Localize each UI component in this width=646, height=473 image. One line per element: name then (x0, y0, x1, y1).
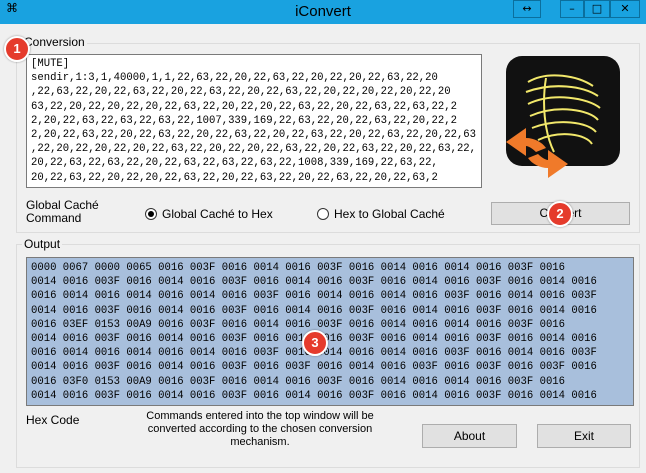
close-button[interactable]: ✕ (610, 0, 640, 18)
exit-button[interactable]: Exit (537, 424, 631, 448)
conversion-input[interactable]: [MUTE] sendir,1:3,1,40000,1,1,22,63,22,2… (26, 54, 482, 188)
app-logo (506, 56, 620, 178)
resize-icon[interactable]: ↔ (513, 0, 541, 18)
conversion-note: Commands entered into the top window wil… (146, 410, 374, 448)
radio-hex-to-gc-label: Hex to Global Caché (334, 207, 445, 221)
radio-gc-to-hex-label: Global Caché to Hex (162, 207, 273, 221)
about-button[interactable]: About (422, 424, 517, 448)
callout-badge-3: 3 (302, 330, 328, 356)
minimize-button[interactable]: – (560, 0, 584, 18)
conversion-group-label: Conversion (22, 35, 87, 49)
radio-gc-to-hex[interactable]: Global Caché to Hex (145, 207, 273, 221)
radio-gc-to-hex-indicator[interactable] (145, 208, 157, 220)
output-group-label: Output (22, 237, 63, 251)
title-bar: ⌘ iConvert ↔ – □ ✕ (0, 0, 646, 24)
command-label: Global Caché Command (26, 198, 99, 225)
hex-code-label: Hex Code (26, 413, 80, 427)
window-title: iConvert (295, 3, 351, 20)
maximize-button[interactable]: □ (584, 0, 610, 18)
callout-badge-2: 2 (547, 201, 573, 227)
hex-output[interactable]: 0000 0067 0000 0065 0016 003F 0016 0014 … (26, 257, 634, 406)
radio-hex-to-gc-indicator[interactable] (317, 208, 329, 220)
radio-hex-to-gc[interactable]: Hex to Global Caché (317, 207, 445, 221)
callout-badge-1: 1 (4, 36, 30, 62)
